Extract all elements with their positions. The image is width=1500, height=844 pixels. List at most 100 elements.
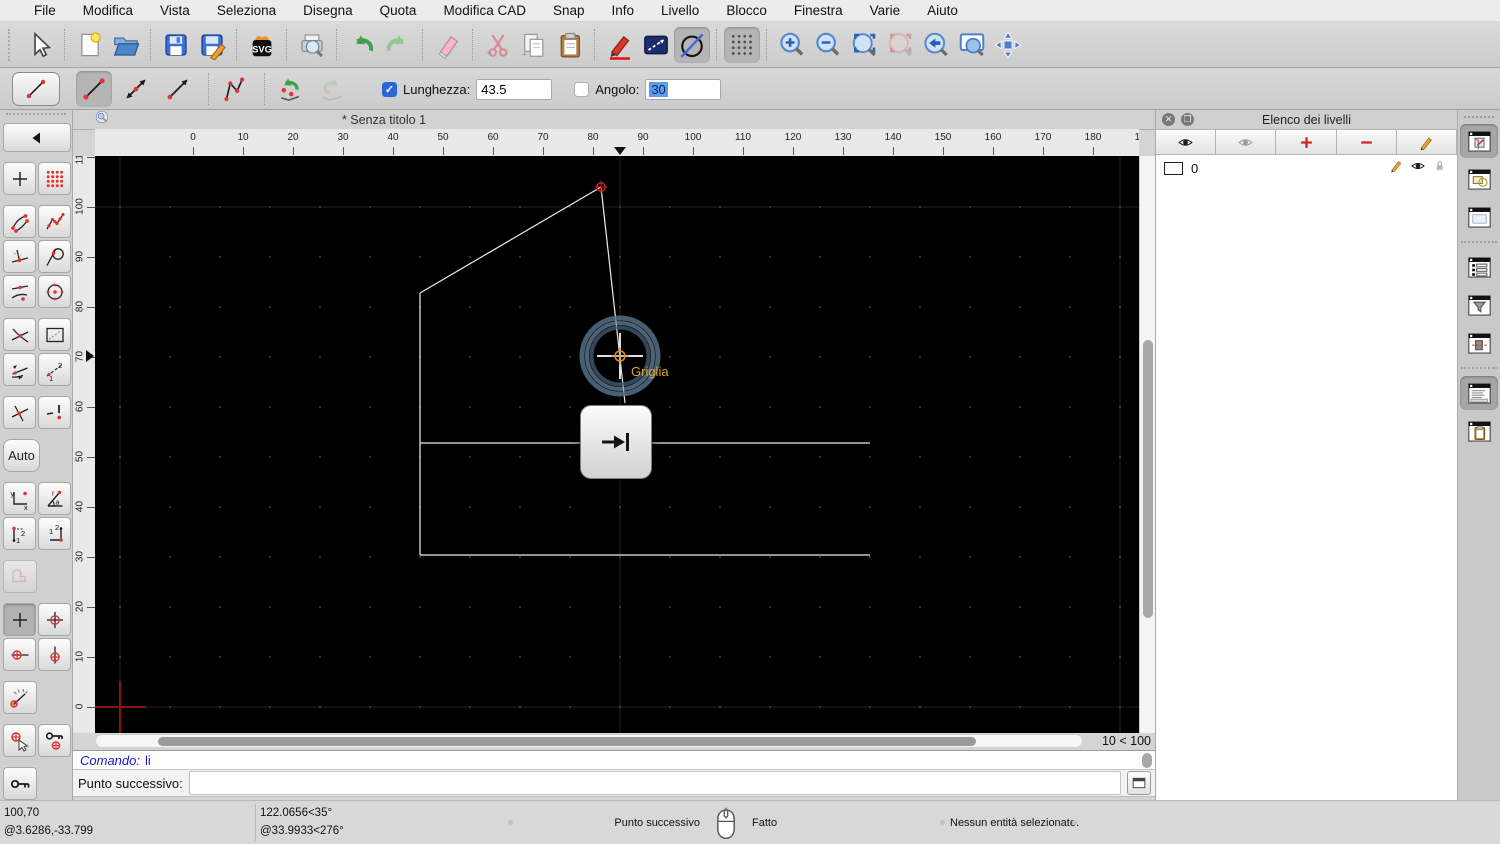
set-relative-zero-button[interactable] [3,724,36,757]
length-input[interactable] [476,78,553,100]
toolbar-drag-handle[interactable] [8,28,16,61]
coord-polar-button[interactable]: ra [38,482,71,515]
menu-item-livello[interactable]: Livello [661,3,699,18]
copy-button[interactable]: + [516,27,552,63]
layer-color-swatch[interactable] [1164,161,1183,175]
menu-item-disegna[interactable]: Disegna [303,3,353,18]
menu-item-file[interactable]: File [34,3,56,18]
document-title-bar[interactable]: * Senza titolo 1 [73,110,1155,130]
zoom-auto-button[interactable] [846,27,882,63]
angle-gauge-button[interactable] [3,681,37,714]
save-as-button[interactable] [194,27,230,63]
undo-segment-button[interactable] [272,71,308,107]
line-angle-button[interactable] [118,71,154,107]
key-button[interactable] [3,767,37,800]
dock-filter-button[interactable] [1460,288,1498,322]
undo-button[interactable] [344,27,380,63]
line-horizontal-button[interactable] [160,71,196,107]
canvas-vertical-scrollbar[interactable] [1139,156,1155,733]
snap-distance-button[interactable]: 12 [38,353,71,386]
paste-button[interactable] [552,27,588,63]
line-2points-button[interactable] [76,71,112,107]
zoom-in-button[interactable] [774,27,810,63]
toggle-command-window-button[interactable] [1127,771,1151,795]
layer-visibility-icon[interactable] [1410,158,1426,179]
snap-on-entity-button[interactable] [38,205,71,238]
restrict-ortho-button[interactable] [38,603,71,636]
snap-grid-button[interactable] [38,162,71,195]
close-panel-icon[interactable]: ✕ [1162,113,1175,126]
restrict-free-button[interactable] [3,603,36,636]
corner-absolute-button[interactable]: 12 [3,517,36,550]
menu-item-modifica-cad[interactable]: Modifica CAD [443,3,526,18]
menu-item-vista[interactable]: Vista [160,3,190,18]
canvas-horizontal-scrollbar[interactable] [95,734,1083,748]
snap-intersection-button[interactable] [3,318,36,351]
length-checkbox[interactable]: ✓ [382,81,397,97]
dock-clipboard-button[interactable] [1460,414,1498,448]
snap-endpoints-button[interactable] [3,205,36,238]
dock-command-widget-button[interactable] [1460,376,1498,410]
corner-relative-button[interactable]: 12 [38,517,71,550]
menu-item-finestra[interactable]: Finestra [794,3,843,18]
dock-drag-handle[interactable] [1464,116,1494,118]
menu-item-blocco[interactable]: Blocco [726,3,767,18]
snap-restrict-button[interactable] [3,353,36,386]
coord-cartesian-button[interactable]: yx [3,482,36,515]
layer-lock-icon[interactable] [1432,158,1447,178]
show-all-layers-button[interactable] [1156,130,1217,155]
current-tool-indicator[interactable] [12,72,60,106]
select-cursor-button[interactable] [22,27,58,63]
dock-pen-library-button[interactable] [1460,124,1498,158]
vertical-scroll-thumb[interactable] [1143,340,1153,618]
menu-item-seleziona[interactable]: Seleziona [217,3,276,18]
dock-library-browser-button[interactable] [1460,200,1498,234]
snap-middle-button[interactable] [3,275,36,308]
restrict-horizontal-button[interactable] [3,638,36,671]
open-file-button[interactable] [108,27,144,63]
zoom-previous-button[interactable] [918,27,954,63]
print-preview-button[interactable] [294,27,330,63]
draft-mode-button[interactable] [674,26,710,63]
snap-manual-button[interactable] [38,396,71,429]
remove-layer-button[interactable] [1336,130,1397,155]
menu-item-modifica[interactable]: Modifica [83,3,133,18]
zoom-window-button[interactable] [954,27,990,63]
float-panel-icon[interactable]: ❐ [1181,113,1194,126]
command-input[interactable] [188,771,1121,795]
draw-order-button[interactable] [602,27,638,63]
delete-button[interactable] [430,27,466,63]
drawing-canvas[interactable]: Griglia [95,156,1139,733]
angle-checkbox[interactable] [574,81,590,97]
angle-input[interactable]: 30 [645,78,722,100]
layer-row[interactable]: 0 [1156,157,1457,179]
command-history[interactable]: Comando: li [73,750,1155,770]
zoom-out-button[interactable] [810,27,846,63]
polyline-button[interactable] [216,71,252,107]
horizontal-scroll-thumb[interactable] [158,737,976,746]
edit-layer-button[interactable] [1396,130,1458,155]
hide-all-layers-button[interactable] [1216,130,1277,155]
redo-button[interactable] [380,27,416,63]
dock-block-list-button[interactable] [1460,162,1498,196]
menu-item-varie[interactable]: Varie [870,3,901,18]
menu-item-info[interactable]: Info [612,3,635,18]
layer-edit-icon[interactable] [1389,158,1404,178]
pan-button[interactable] [990,27,1026,63]
cut-button[interactable]: + [480,27,516,63]
svg-export-button[interactable]: SVG [244,27,280,63]
snap-perpendicular-button[interactable] [3,240,36,273]
select-entity-button[interactable] [3,560,37,593]
grid-toggle-button[interactable] [724,26,760,63]
zoom-selection-button[interactable] [882,27,918,63]
add-layer-button[interactable] [1276,130,1337,155]
menu-item-quota[interactable]: Quota [380,3,417,18]
command-scroll-thumb[interactable] [1142,753,1152,768]
lock-relative-zero-button[interactable] [38,724,71,757]
snap-free-button[interactable] [3,162,36,195]
redo-segment-button[interactable] [314,71,350,107]
snap-center-button[interactable] [38,275,71,308]
snap-reference-button[interactable] [38,318,71,351]
new-file-button[interactable] [72,27,108,63]
snap-cross-button[interactable] [3,396,36,429]
